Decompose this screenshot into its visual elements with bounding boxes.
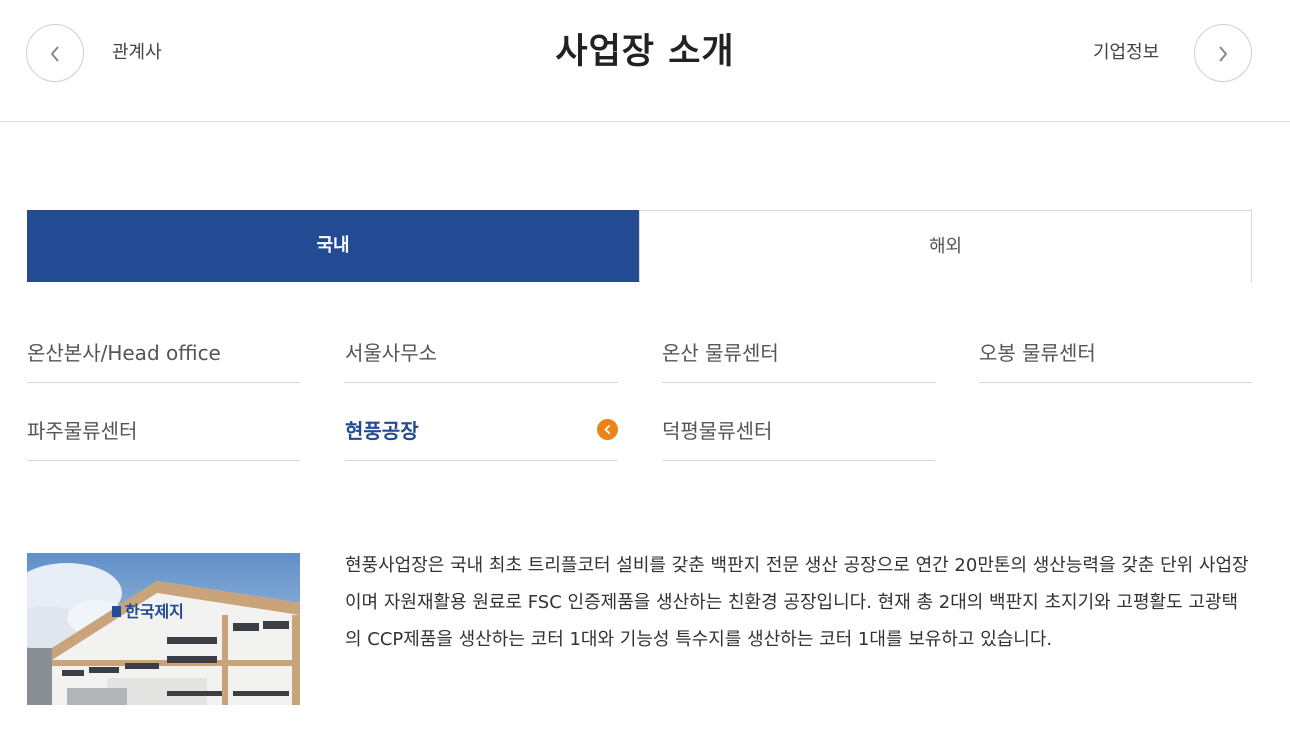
active-indicator-icon (597, 419, 618, 440)
site-description: 현풍사업장은 국내 최초 트리플코터 설비를 갖춘 백판지 전문 생산 공장으로… (345, 555, 1249, 650)
region-tabs: 국내 해외 (27, 210, 1252, 282)
site-photo: 한국제지 (27, 553, 300, 705)
site-item-paju-logistics[interactable]: 파주물류센터 (27, 399, 300, 461)
site-item-label: 덕평물류센터 (662, 419, 773, 443)
chevron-right-icon (1219, 46, 1228, 62)
page-header: 관계사 사업장 소개 기업정보 (0, 0, 1290, 122)
site-item-hyeonpung-plant[interactable]: 현풍공장 (345, 399, 618, 461)
chevron-left-icon (604, 424, 611, 435)
site-item-label: 온산본사/Head office (27, 341, 221, 365)
site-item-label: 온산 물류센터 (662, 341, 779, 365)
site-item-label: 오봉 물류센터 (979, 341, 1096, 365)
site-item-label: 파주물류센터 (27, 419, 138, 443)
tab-overseas[interactable]: 해외 (639, 210, 1252, 282)
site-item-onsan-head-office[interactable]: 온산본사/Head office (27, 321, 300, 383)
site-item-label: 현풍공장 (345, 419, 419, 443)
tab-domestic[interactable]: 국내 (27, 210, 639, 282)
next-page-button[interactable] (1194, 24, 1252, 82)
site-item-label: 서울사무소 (345, 341, 437, 365)
site-item-onsan-logistics[interactable]: 온산 물류센터 (662, 321, 935, 383)
photo-sign-text: 한국제지 (125, 602, 184, 621)
site-item-deokpyeong-logistics[interactable]: 덕평물류센터 (662, 399, 935, 461)
next-page-label[interactable]: 기업정보 (1093, 41, 1159, 65)
site-item-obong-logistics[interactable]: 오봉 물류센터 (979, 321, 1252, 383)
site-item-seoul-office[interactable]: 서울사무소 (345, 321, 618, 383)
